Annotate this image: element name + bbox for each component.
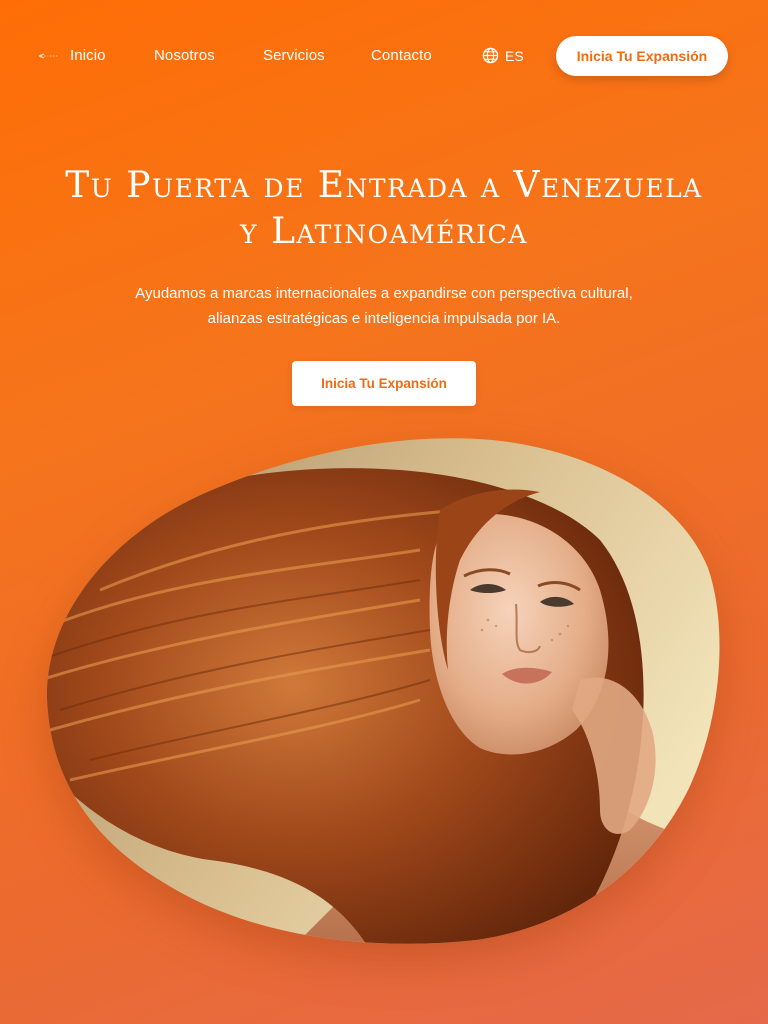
language-selector[interactable]: ES — [482, 47, 524, 64]
hero-title-line1: Tu Puerta de Entrada a Venezuela — [65, 165, 703, 206]
hero-cta-button[interactable]: Inicia Tu Expansión — [292, 361, 476, 406]
brand-logo-icon[interactable] — [38, 49, 60, 63]
nav-link-servicios[interactable]: Servicios — [263, 47, 325, 64]
top-navigation: Inicio Nosotros Servicios Contacto ES In… — [0, 36, 768, 76]
hero-image — [40, 430, 730, 950]
nav-link-inicio[interactable]: Inicio — [70, 47, 106, 64]
nav-link-contacto[interactable]: Contacto — [371, 47, 432, 64]
globe-icon — [482, 47, 499, 64]
hero-title-line2: y Latinoamérica — [240, 211, 528, 252]
nav-link-nosotros[interactable]: Nosotros — [154, 47, 215, 64]
nav-cta-button[interactable]: Inicia Tu Expansión — [556, 36, 728, 76]
hero-subtitle: Ayudamos a marcas internacionales a expa… — [135, 285, 633, 327]
hero-title: Tu Puerta de Entrada a Venezuela y Latin… — [0, 163, 768, 255]
language-label: ES — [505, 47, 524, 64]
